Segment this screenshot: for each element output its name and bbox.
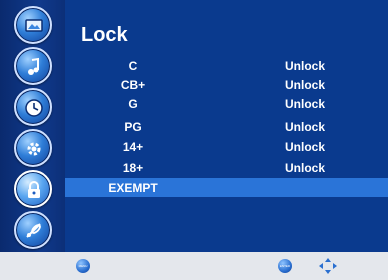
rating-row-exempt[interactable]: EXEMPT — [65, 178, 388, 197]
clock-icon[interactable] — [14, 88, 52, 126]
lock-status: Unlock — [285, 78, 326, 92]
lock-icon[interactable] — [14, 170, 52, 208]
rating-row-c[interactable]: C Unlock — [65, 56, 388, 75]
lock-status: Unlock — [285, 140, 326, 154]
rating-label: 18+ — [122, 161, 144, 175]
rating-row-18-plus[interactable]: 18+ Unlock — [65, 158, 388, 177]
rating-row-pg[interactable]: PG Unlock — [65, 117, 388, 136]
sidebar — [0, 0, 65, 252]
lock-status: Unlock — [285, 120, 326, 134]
rating-label: C — [128, 59, 138, 73]
rating-label: CB+ — [120, 78, 146, 92]
enter-button-icon[interactable]: ENTER — [278, 259, 292, 273]
rating-label: 14+ — [122, 140, 144, 154]
picture-icon[interactable] — [14, 6, 52, 44]
rating-label: PG — [124, 120, 142, 134]
lock-status: Unlock — [285, 161, 326, 175]
rating-row-g[interactable]: G Unlock — [65, 94, 388, 113]
page-title: Lock — [81, 24, 128, 46]
arrows-icon — [319, 258, 337, 274]
gear-icon[interactable] — [14, 129, 52, 167]
bottom-help-bar: MENU ENTER — [0, 252, 388, 280]
music-note-icon[interactable] — [14, 47, 52, 85]
lock-status: Unlock — [285, 97, 326, 111]
menu-button-icon[interactable]: MENU — [76, 259, 90, 273]
satellite-icon[interactable] — [14, 211, 52, 249]
rating-label: G — [128, 97, 138, 111]
rating-label: EXEMPT — [108, 181, 158, 195]
lock-status: Unlock — [285, 59, 326, 73]
lock-menu-panel: Lock C Unlock CB+ Unlock G Unlock PG Unl… — [65, 0, 388, 252]
rating-row-14-plus[interactable]: 14+ Unlock — [65, 137, 388, 156]
rating-row-cb-plus[interactable]: CB+ Unlock — [65, 75, 388, 94]
